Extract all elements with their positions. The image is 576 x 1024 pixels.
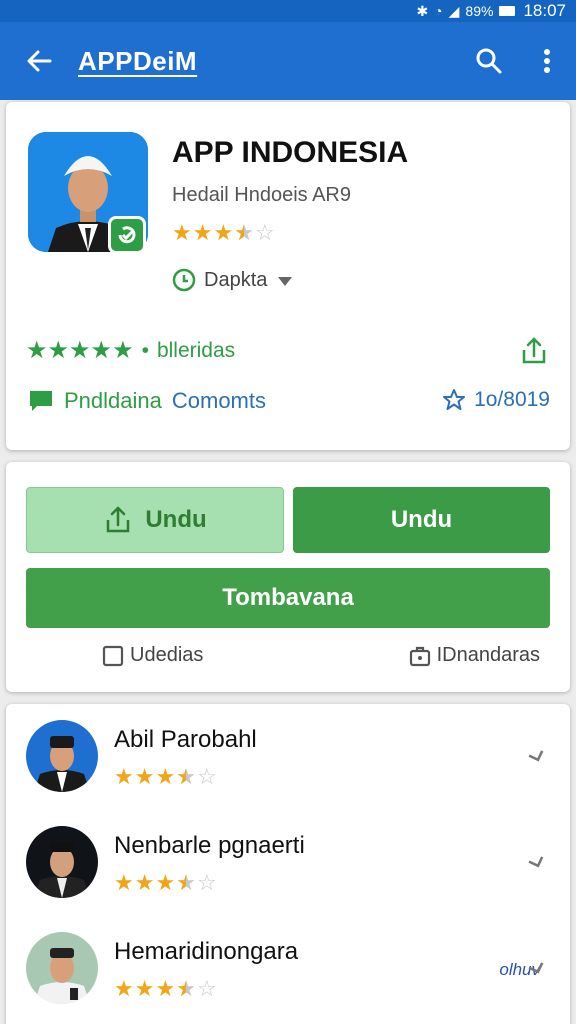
star-icon: ★ — [112, 337, 134, 364]
comments-label-b: Comomts — [171, 388, 266, 413]
dot-separator: • — [141, 338, 149, 362]
battery-icon — [499, 6, 516, 16]
star-outline-icon: ☆ — [196, 870, 217, 895]
summary-rating: ★ ★ ★ ★ ★ • blleridas — [26, 336, 235, 365]
star-outline-icon: ☆ — [196, 764, 217, 789]
status-time: 18:07 — [523, 1, 566, 20]
idnandaras-label: IDnandaras — [436, 644, 540, 666]
star-icon: ★ — [155, 976, 176, 1001]
star-icon: ★ — [155, 870, 176, 895]
reviews-card: Abil Parobahl ★ ★ ★ ★ ☆ Nenbarle pgnaert… — [6, 704, 570, 1024]
app-bar: APPDeiM — [0, 22, 576, 100]
star-icon: ★ — [114, 764, 134, 789]
star-icon: ★ — [134, 976, 155, 1001]
star-icon: ★ — [114, 976, 134, 1001]
chevron-right-icon[interactable] — [524, 850, 550, 876]
review-item[interactable]: Abil Parobahl ★ ★ ★ ★ ☆ — [6, 704, 570, 810]
app-title: APP INDONESIA — [172, 136, 409, 169]
status-icons: ✱ ◔ ◢ 89% — [416, 2, 516, 20]
verified-badge-icon — [108, 216, 146, 254]
avatar — [26, 932, 98, 1004]
review-rating-stars: ★ ★ ★ ★ ☆ — [114, 764, 217, 789]
review-rating-stars: ★ ★ ★ ★ ☆ — [114, 870, 217, 895]
signal-icon: ◢ — [448, 2, 460, 19]
reviewer-name: Nenbarle pgnaerti — [114, 832, 305, 859]
reviewer-name: Abil Parobahl — [114, 726, 257, 753]
undu-light-label: Undu — [145, 506, 207, 533]
review-item[interactable]: Nenbarle pgnaerti ★ ★ ★ ★ ☆ — [6, 810, 570, 916]
install-dropdown[interactable]: Dapkta — [172, 268, 295, 292]
star-half-icon: ★ — [176, 978, 196, 1001]
star-icon: ★ — [114, 870, 134, 895]
search-button[interactable] — [460, 22, 518, 100]
star-half-icon: ★ — [234, 222, 254, 245]
star-icon: ★ — [26, 337, 48, 364]
avatar — [26, 826, 98, 898]
tombavana-button[interactable]: Tombavana — [26, 568, 550, 628]
comments-link[interactable]: Pndldaina Comomts — [28, 388, 266, 414]
star-outline-icon: ☆ — [196, 976, 217, 1001]
app-info-card: APP INDONESIA Hedail Hndoeis AR9 ★ ★ ★ ★… — [6, 102, 570, 450]
star-outline-icon: ☆ — [254, 220, 275, 245]
review-rating-stars: ★ ★ ★ ★ ☆ — [114, 976, 217, 1001]
star-icon: ★ — [155, 764, 176, 789]
star-icon: ★ — [90, 337, 113, 364]
wifi-icon: ◔ — [434, 3, 443, 19]
star-icon: ★ — [47, 337, 70, 364]
app-bar-title: APPDeiM — [78, 45, 198, 76]
udedias-link[interactable]: Udedias — [102, 644, 203, 667]
undu-light-button[interactable]: Undu — [26, 487, 284, 553]
rating-count-value: 1o/8019 — [474, 388, 550, 411]
star-icon: ★ — [69, 337, 91, 364]
comment-icon — [30, 391, 52, 411]
back-button[interactable] — [0, 22, 78, 100]
reviewer-name: Hemaridinongara — [114, 938, 299, 965]
actions-card: Undu Undu Tombavana Udedias IDnandaras — [6, 462, 570, 692]
install-label: Dapkta — [204, 268, 268, 291]
avatar — [26, 720, 98, 792]
battery-percent: 89% — [465, 3, 494, 19]
star-half-icon: ★ — [176, 872, 196, 895]
arrow-left-icon — [27, 50, 52, 72]
review-item[interactable]: Hemaridinongara ★ ★ ★ ★ ☆ olhuv — [6, 916, 570, 1022]
star-icon: ★ — [134, 764, 155, 789]
chevron-right-icon[interactable] — [524, 744, 550, 770]
arrow-down-icon — [278, 277, 293, 286]
app-developer: Hedail Hndoeis AR9 — [172, 184, 351, 206]
rating-count: 1o/8019 — [442, 388, 550, 412]
clock-icon — [172, 268, 196, 292]
more-vert-icon — [544, 49, 550, 73]
star-icon: ★ — [172, 220, 192, 245]
star-outline-icon — [443, 389, 466, 410]
star-half-icon: ★ — [176, 766, 196, 789]
undu-button[interactable]: Undu — [293, 487, 550, 553]
summary-rating-label: blleridas — [156, 338, 236, 362]
star-icon: ★ — [213, 220, 234, 245]
comments-label-a: Pndldaina — [64, 388, 162, 413]
chevron-right-icon[interactable] — [524, 956, 550, 982]
overflow-menu-button[interactable] — [518, 22, 576, 100]
idnandaras-link[interactable]: IDnandaras — [409, 644, 540, 667]
bluetooth-icon: ✱ — [416, 2, 429, 19]
udedias-label: Udedias — [130, 644, 204, 666]
share-icon[interactable] — [518, 334, 550, 366]
app-rating-stars: ★ ★ ★ ★ ☆ — [172, 220, 275, 245]
checkbox-icon — [102, 645, 124, 666]
star-icon: ★ — [134, 870, 155, 895]
search-icon — [476, 48, 502, 74]
star-icon: ★ — [192, 220, 213, 245]
upload-icon — [107, 506, 130, 533]
status-bar: ✱ ◔ ◢ 89% 18:07 — [0, 0, 576, 22]
bag-icon — [409, 646, 430, 666]
